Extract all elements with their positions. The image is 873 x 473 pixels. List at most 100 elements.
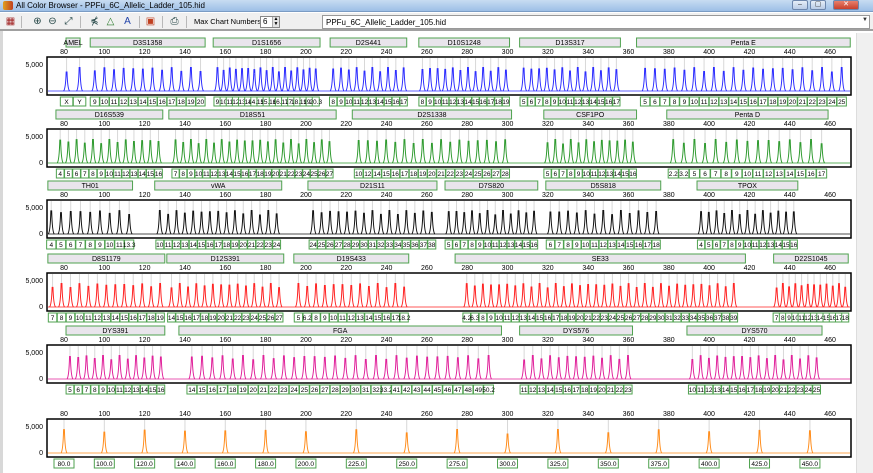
allele-label: 24 (309, 242, 317, 249)
allele-label: 15 (147, 171, 155, 178)
marker-label: D21S11 (360, 183, 385, 190)
marker-label: DYS391 (102, 328, 128, 335)
allele-label: 6 (653, 99, 657, 106)
allele-label: 27 (335, 242, 343, 249)
allele-label: 16 (635, 242, 643, 249)
x-tick-label: 360 (623, 121, 635, 128)
allele-label: 33 (682, 315, 690, 322)
x-tick-label: 200 (300, 192, 312, 199)
marker-label: D16S539 (95, 112, 124, 119)
allele-label: 15 (233, 171, 241, 178)
allele-label: 11 (116, 387, 123, 394)
allele-label: 17 (219, 387, 227, 394)
allele-label: 15 (383, 171, 391, 178)
allele-label: 27 (492, 171, 500, 178)
x-tick-label: 160 (219, 337, 231, 344)
allele-label: 22 (287, 171, 295, 178)
allele-label: 12 (120, 99, 128, 106)
x-tick-label: 340 (582, 265, 594, 272)
x-tick-label: 120 (139, 192, 151, 199)
allele-label: 12 (173, 242, 181, 249)
allele-label: 15 (626, 242, 634, 249)
y-tick-label: 5,000 (25, 278, 43, 285)
marker-label: TH01 (82, 183, 99, 190)
allele-label: 41 (393, 387, 401, 394)
allele-label: 15 (198, 387, 206, 394)
allele-label: 20.3 (309, 99, 322, 106)
x-tick-label: 260 (421, 49, 433, 56)
allele-label: 140.0 (177, 461, 194, 468)
allele-label: 12 (512, 315, 520, 322)
allele-label: 16 (392, 99, 400, 106)
allele-label: 12 (364, 171, 372, 178)
allele-label: 28 (343, 242, 351, 249)
allele-label: 19 (419, 171, 427, 178)
allele-label: 23 (624, 387, 632, 394)
allele-label: 19 (568, 315, 576, 322)
electropherogram-chart: AMEL D3S1358 D1S1656 D2S441 D10S1248 D13S317 P… (25, 37, 852, 469)
x-tick-label: 100 (98, 192, 110, 199)
x-tick-label: 340 (582, 337, 594, 344)
y-tick-label: 0 (39, 450, 43, 457)
allele-label: 22 (616, 387, 624, 394)
allele-label: 28 (641, 315, 649, 322)
x-tick-label: 140 (179, 411, 191, 418)
allele-label: 17 (401, 171, 409, 178)
allele-label: 27 (326, 171, 334, 178)
marker-label: D22S1045 (794, 256, 827, 263)
x-tick-label: 180 (260, 265, 272, 272)
allele-label: 29 (342, 387, 350, 394)
x-tick-label: 260 (421, 337, 433, 344)
x-tick-label: 380 (663, 49, 675, 56)
allele-label: 16 (130, 315, 138, 322)
allele-label: 400.0 (701, 461, 718, 468)
allele-label: 17 (613, 99, 621, 106)
allele-label: 12 (765, 171, 773, 178)
allele-label: 5 (297, 315, 301, 322)
x-tick-label: 260 (421, 265, 433, 272)
allele-label: 8 (569, 171, 573, 178)
marker-label: D5S818 (591, 183, 616, 190)
allele-label: 17 (572, 387, 580, 394)
allele-label: 7 (775, 315, 779, 322)
allele-label: 21 (584, 315, 592, 322)
x-tick-label: 340 (582, 121, 594, 128)
allele-label: 8 (314, 315, 318, 322)
x-tick-label: 260 (421, 192, 433, 199)
allele-label: 15 (472, 99, 480, 106)
y-tick-label: 0 (39, 160, 43, 167)
x-tick-label: 120 (139, 337, 151, 344)
allele-label: 15 (384, 99, 392, 106)
allele-label: 10 (106, 171, 114, 178)
plot-area (46, 128, 852, 168)
allele-label: 17 (644, 242, 652, 249)
allele-label: 13 (132, 387, 140, 394)
x-tick-label: 260 (421, 411, 433, 418)
allele-label: 47 (454, 387, 462, 394)
x-tick-label: 440 (784, 337, 796, 344)
allele-label: 275.0 (449, 461, 466, 468)
allele-label: 11 (165, 242, 172, 249)
x-tick-label: 380 (663, 192, 675, 199)
allele-label: 10 (583, 171, 591, 178)
allele-label: 24 (805, 387, 813, 394)
allele-label: 5 (68, 387, 72, 394)
allele-label: 7 (722, 242, 726, 249)
x-tick-label: 280 (461, 337, 473, 344)
allele-label: 11 (752, 242, 759, 249)
allele-label: X (64, 99, 69, 106)
allele-label: 9 (339, 99, 343, 106)
x-tick-label: 440 (784, 49, 796, 56)
allele-label: 8 (566, 242, 570, 249)
allele-label: 14 (373, 171, 381, 178)
y-tick-label: 0 (39, 231, 43, 238)
x-tick-label: 220 (340, 49, 352, 56)
allele-label: 15 (621, 171, 629, 178)
allele-label: 31 (665, 315, 673, 322)
marker-label: DYS570 (741, 328, 767, 335)
allele-label: 8 (470, 242, 474, 249)
x-tick-label: 80 (60, 411, 68, 418)
x-tick-label: 240 (381, 411, 393, 418)
allele-label: 18 (223, 242, 231, 249)
allele-label: 24 (303, 171, 311, 178)
